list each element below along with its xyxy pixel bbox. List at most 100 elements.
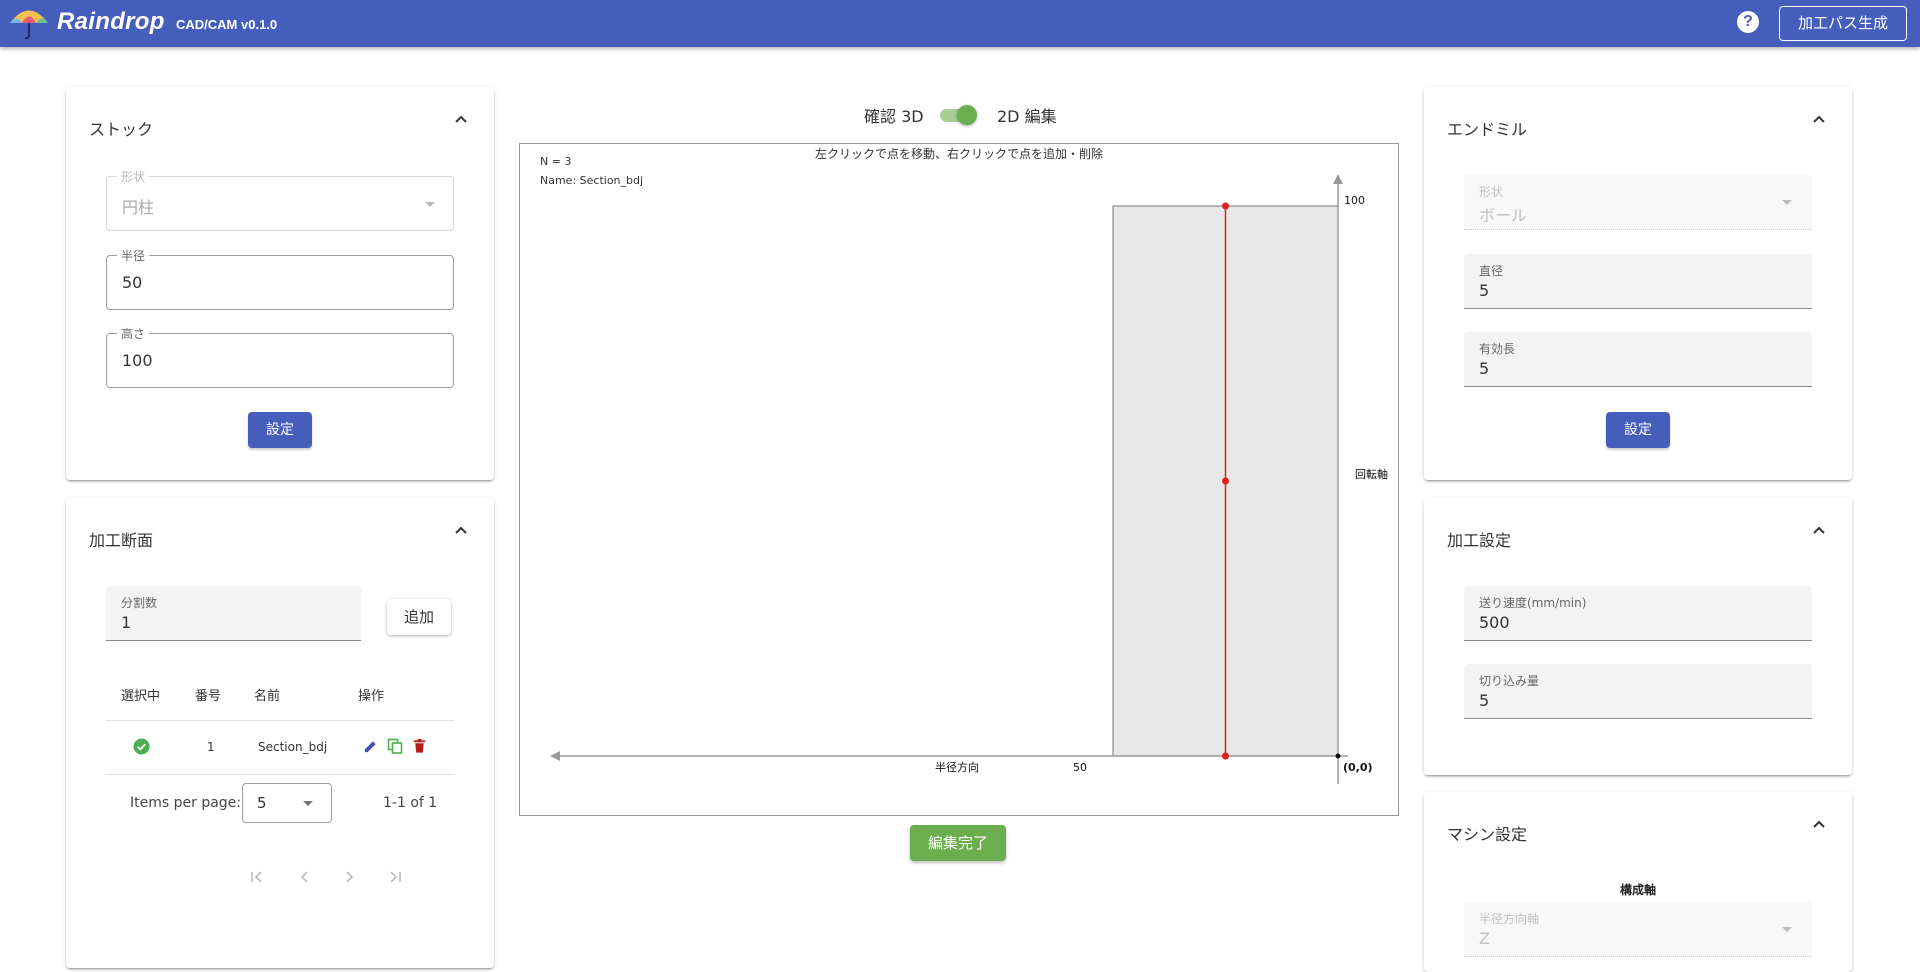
endmill-effective-length-value[interactable]: 5	[1479, 359, 1489, 378]
column-header-name: 名前	[254, 689, 281, 704]
app-version: CAD/CAM v0.1.0	[176, 17, 278, 32]
collapse-chevron-icon[interactable]	[453, 522, 469, 538]
section-name-label: Name: Section_bdj	[540, 174, 643, 187]
origin-label: (0,0)	[1343, 761, 1373, 774]
app-bar: Raindrop CAD/CAM v0.1.0 ? 加工パス生成	[0, 0, 1920, 47]
items-per-page-label: Items per page:	[130, 795, 242, 811]
radial-axis-label: 半径方向	[935, 760, 979, 774]
machine-settings-card: マシン設定 構成軸 半径方向軸 Z	[1424, 792, 1852, 972]
section-editor-plot[interactable]: N = 3 Name: Section_bdj 左クリックで点を移動、右クリック…	[520, 144, 1398, 815]
endmill-card: エンドミル 形状 ボール 直径 5 有効長 5 設定	[1424, 87, 1852, 480]
generate-toolpath-button[interactable]: 加工パス生成	[1779, 6, 1907, 41]
stock-shape-value: 円柱	[122, 198, 155, 217]
rotation-axis-arrow-icon	[1333, 174, 1343, 184]
stock-shape-label: 形状	[117, 168, 150, 185]
stock-card: ストック 形状 円柱 半径 50 高さ 100 設定	[66, 87, 494, 480]
section-card: 加工断面 分割数 1 追加	[66, 498, 494, 968]
section-editor-canvas[interactable]: N = 3 Name: Section_bdj 左クリックで点を移動、右クリック…	[519, 143, 1399, 816]
pagination-range: 1-1 of 1	[383, 795, 438, 811]
endmill-diameter-field[interactable]: 直径 5	[1464, 254, 1812, 309]
stock-height-field[interactable]: 高さ 100	[106, 325, 454, 388]
stock-radius-label: 半径	[117, 247, 150, 264]
endmill-shape-label: 形状	[1479, 185, 1504, 199]
radius-tick-label: 50	[1073, 761, 1087, 774]
first-page-icon[interactable]	[249, 869, 265, 885]
machining-settings-title: 加工設定	[1447, 531, 1512, 550]
edit-icon[interactable]	[363, 739, 378, 754]
collapse-chevron-icon[interactable]	[1811, 522, 1827, 538]
radial-axis-arrow-icon	[550, 751, 560, 761]
endmill-diameter-value[interactable]: 5	[1479, 281, 1489, 300]
column-header-actions: 操作	[358, 689, 385, 704]
dropdown-caret-icon	[303, 801, 313, 806]
endmill-effective-length-field[interactable]: 有効長 5	[1464, 332, 1812, 387]
endmill-effective-length-label: 有効長	[1479, 342, 1516, 356]
divisions-value[interactable]: 1	[121, 613, 131, 632]
stock-shape-select: 形状 円柱	[106, 168, 454, 231]
profile-point[interactable]	[1222, 752, 1229, 760]
editor-instruction: 左クリックで点を移動、右クリックで点を追加・削除	[815, 146, 1103, 161]
stock-height-value[interactable]: 100	[122, 351, 153, 370]
height-tick-label: 100	[1344, 194, 1365, 207]
radial-axis-select-label: 半径方向軸	[1479, 912, 1540, 926]
items-per-page-select[interactable]: 5	[242, 783, 332, 823]
items-per-page-value: 5	[257, 794, 267, 812]
table-header-divider	[106, 720, 454, 721]
view-mode-toggle[interactable]	[940, 105, 978, 125]
add-section-button[interactable]: 追加	[387, 599, 451, 635]
stock-height-label: 高さ	[117, 325, 150, 342]
check-circle-icon[interactable]	[133, 738, 150, 755]
divisions-field[interactable]: 分割数 1	[106, 586, 361, 641]
endmill-set-button[interactable]: 設定	[1606, 412, 1670, 448]
feed-rate-value[interactable]: 500	[1479, 613, 1510, 632]
brand-title: Raindrop	[57, 8, 165, 35]
dropdown-caret-icon	[1782, 927, 1792, 932]
help-icon[interactable]: ?	[1737, 11, 1759, 33]
divisions-label: 分割数	[121, 596, 158, 610]
toggle-thumb	[957, 105, 977, 125]
cut-depth-label: 切り込み量	[1479, 674, 1540, 688]
dropdown-caret-icon	[425, 202, 435, 207]
cut-depth-field[interactable]: 切り込み量 5	[1464, 664, 1812, 719]
rotation-axis-label: 回転軸	[1355, 467, 1388, 481]
collapse-chevron-icon[interactable]	[1811, 111, 1827, 127]
profile-point[interactable]	[1222, 477, 1229, 485]
endmill-shape-select: 形状 ボール	[1464, 175, 1812, 230]
next-page-icon[interactable]	[342, 869, 358, 885]
collapse-chevron-icon[interactable]	[1811, 816, 1827, 832]
section-title: 加工断面	[89, 531, 154, 550]
toggle-2d-label: 2D 編集	[997, 107, 1057, 126]
dropdown-caret-icon	[1782, 200, 1792, 205]
cut-depth-value[interactable]: 5	[1479, 691, 1489, 710]
config-axis-label: 構成軸	[1619, 883, 1656, 897]
column-header-number: 番号	[195, 689, 222, 704]
finish-editing-button[interactable]: 編集完了	[910, 825, 1006, 861]
radial-axis-select-value: Z	[1479, 929, 1490, 948]
endmill-diameter-label: 直径	[1479, 264, 1504, 278]
point-count-label: N = 3	[540, 155, 571, 168]
machining-settings-card: 加工設定 送り速度(mm/min) 500 切り込み量 5	[1424, 498, 1852, 775]
collapse-chevron-icon[interactable]	[453, 111, 469, 127]
row-name: Section_bdj	[258, 740, 328, 754]
column-header-selected: 選択中	[121, 689, 161, 704]
endmill-title: エンドミル	[1447, 120, 1528, 139]
stock-radius-field[interactable]: 半径 50	[106, 247, 454, 310]
stock-radius-value[interactable]: 50	[122, 273, 142, 292]
last-page-icon[interactable]	[387, 869, 403, 885]
stock-set-button[interactable]: 設定	[248, 412, 312, 448]
feed-rate-label: 送り速度(mm/min)	[1479, 596, 1587, 610]
feed-rate-field[interactable]: 送り速度(mm/min) 500	[1464, 586, 1812, 641]
umbrella-logo-icon	[10, 10, 48, 40]
origin-point	[1335, 753, 1341, 759]
profile-point[interactable]	[1222, 202, 1229, 210]
previous-page-icon[interactable]	[296, 869, 312, 885]
stock-title: ストック	[89, 120, 154, 139]
copy-icon[interactable]	[387, 738, 403, 754]
radial-axis-select: 半径方向軸 Z	[1464, 902, 1812, 957]
endmill-shape-value: ボール	[1479, 206, 1528, 225]
machine-settings-title: マシン設定	[1447, 825, 1528, 844]
delete-icon[interactable]	[412, 738, 427, 754]
toggle-3d-label: 確認 3D	[864, 107, 924, 126]
table-row-divider	[106, 774, 454, 775]
row-number: 1	[207, 740, 215, 754]
